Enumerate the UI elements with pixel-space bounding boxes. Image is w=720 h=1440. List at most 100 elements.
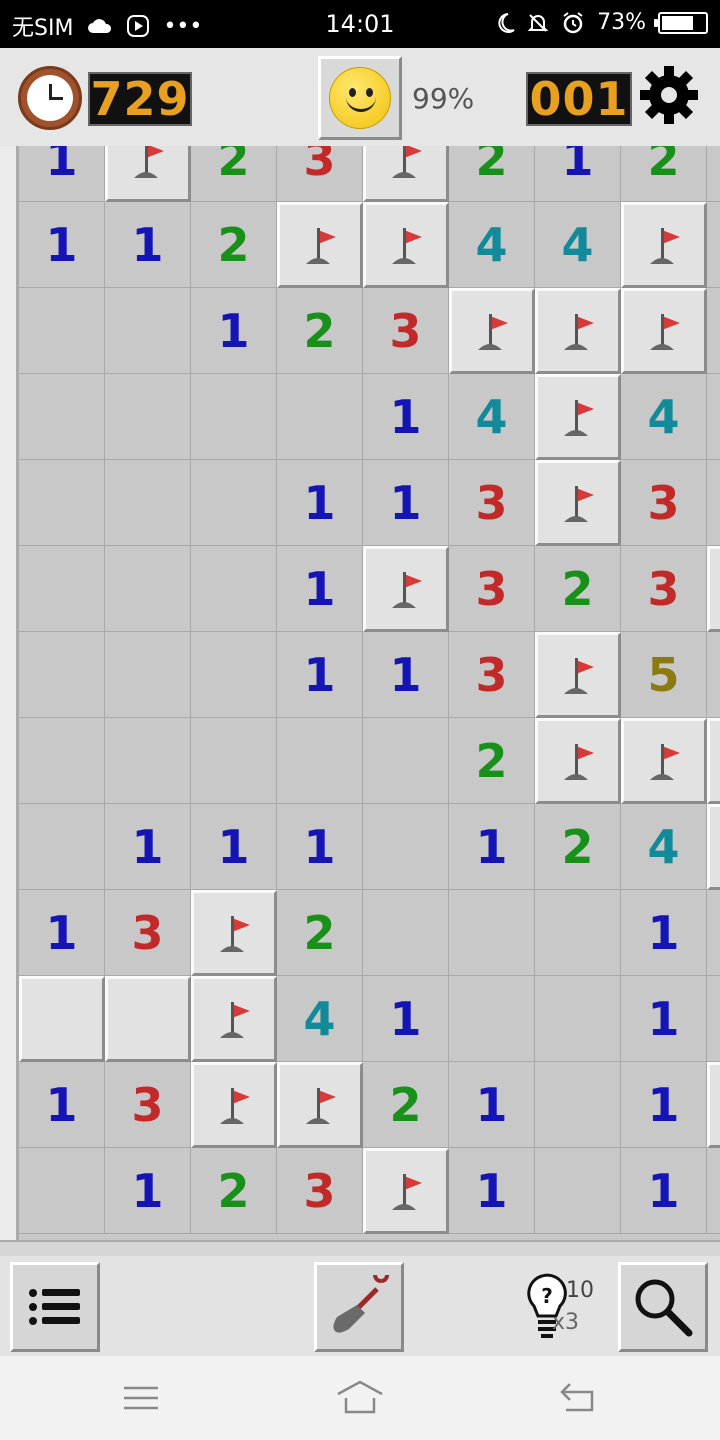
cell-empty[interactable] [105,546,191,632]
cell-number[interactable]: 4 [621,374,707,460]
cell-empty[interactable] [19,460,105,546]
cell-flagged[interactable] [363,146,449,202]
cell-number[interactable]: 1 [449,1148,535,1234]
cell-flagged[interactable] [621,202,707,288]
cell-empty[interactable] [707,1148,720,1234]
cell-empty[interactable] [191,632,277,718]
cell-empty[interactable] [19,1148,105,1234]
back-icon[interactable] [554,1378,604,1418]
cell-unrevealed[interactable] [707,718,720,804]
cell-number[interactable]: 2 [449,146,535,202]
cell-empty[interactable] [105,718,191,804]
cell-empty[interactable] [449,890,535,976]
cell-flagged[interactable] [363,1148,449,1234]
cell-flagged[interactable] [191,976,277,1062]
cell-number[interactable]: 2 [535,546,621,632]
zoom-button[interactable] [618,1262,708,1352]
cell-empty[interactable] [707,202,720,288]
cell-number[interactable]: 1 [277,460,363,546]
cell-number[interactable]: 4 [535,202,621,288]
cell-flagged[interactable] [535,374,621,460]
cell-empty[interactable] [535,890,621,976]
cell-flagged[interactable] [191,890,277,976]
cell-number[interactable]: 3 [621,460,707,546]
cell-empty[interactable] [707,460,720,546]
cell-number[interactable]: 4 [449,202,535,288]
dig-mode-button[interactable] [314,1262,404,1352]
cell-number[interactable]: 2 [191,1148,277,1234]
cell-number[interactable]: 2 [277,890,363,976]
cell-number[interactable]: 1 [105,1148,191,1234]
cell-empty[interactable] [191,460,277,546]
cell-empty[interactable] [535,976,621,1062]
cell-number[interactable]: 3 [621,546,707,632]
cell-number[interactable]: 1 [105,804,191,890]
cell-empty[interactable] [105,288,191,374]
menu-lines-icon[interactable] [116,1378,166,1418]
cell-empty[interactable] [707,976,720,1062]
cell-empty[interactable] [707,374,720,460]
cell-number[interactable]: 1 [277,804,363,890]
cell-flagged[interactable] [191,1062,277,1148]
cell-number[interactable]: 1 [621,890,707,976]
cell-number[interactable]: 2 [363,1062,449,1148]
cell-empty[interactable] [707,146,720,202]
cell-number[interactable]: 1 [19,1062,105,1148]
cell-number[interactable]: 4 [621,804,707,890]
cell-number[interactable]: 1 [363,374,449,460]
cell-flagged[interactable] [535,288,621,374]
cell-number[interactable]: 2 [191,202,277,288]
cell-unrevealed[interactable] [105,976,191,1062]
cell-number[interactable]: 3 [277,146,363,202]
cell-number[interactable]: 1 [449,804,535,890]
cell-empty[interactable] [105,632,191,718]
cell-flagged[interactable] [621,718,707,804]
cell-number[interactable]: 3 [449,632,535,718]
cell-empty[interactable] [19,374,105,460]
cell-empty[interactable] [707,632,720,718]
cell-number[interactable]: 3 [277,1148,363,1234]
cell-empty[interactable] [535,1062,621,1148]
cell-number[interactable]: 3 [449,546,535,632]
cell-number[interactable]: 2 [191,146,277,202]
cell-empty[interactable] [19,546,105,632]
cell-number[interactable]: 1 [621,976,707,1062]
cell-empty[interactable] [449,976,535,1062]
cell-empty[interactable] [363,804,449,890]
cell-empty[interactable] [707,890,720,976]
cell-number[interactable]: 1 [621,1148,707,1234]
cell-number[interactable]: 1 [363,460,449,546]
cell-empty[interactable] [105,374,191,460]
cell-empty[interactable] [191,546,277,632]
cell-empty[interactable] [19,632,105,718]
new-game-button[interactable] [318,56,402,140]
cell-flagged[interactable] [621,288,707,374]
cell-empty[interactable] [707,288,720,374]
cell-empty[interactable] [535,1148,621,1234]
cell-number[interactable]: 2 [277,288,363,374]
cell-flagged[interactable] [277,202,363,288]
cell-flagged[interactable] [449,288,535,374]
cell-number[interactable]: 2 [449,718,535,804]
cell-unrevealed[interactable] [707,804,720,890]
cell-number[interactable]: 3 [105,1062,191,1148]
cell-number[interactable]: 1 [535,146,621,202]
cell-number[interactable]: 4 [277,976,363,1062]
cell-number[interactable]: 1 [19,202,105,288]
cell-empty[interactable] [191,374,277,460]
cell-empty[interactable] [19,288,105,374]
cell-flagged[interactable] [535,460,621,546]
cell-number[interactable]: 2 [621,146,707,202]
cell-empty[interactable] [19,718,105,804]
cell-empty[interactable] [191,718,277,804]
cell-number[interactable]: 1 [621,1062,707,1148]
cell-number[interactable]: 3 [449,460,535,546]
cell-unrevealed[interactable] [707,546,720,632]
cell-unrevealed[interactable] [19,976,105,1062]
cell-empty[interactable] [277,718,363,804]
cell-number[interactable]: 1 [19,890,105,976]
cell-unrevealed[interactable] [707,1062,720,1148]
cell-flagged[interactable] [535,632,621,718]
cell-number[interactable]: 1 [19,146,105,202]
cell-flagged[interactable] [363,546,449,632]
